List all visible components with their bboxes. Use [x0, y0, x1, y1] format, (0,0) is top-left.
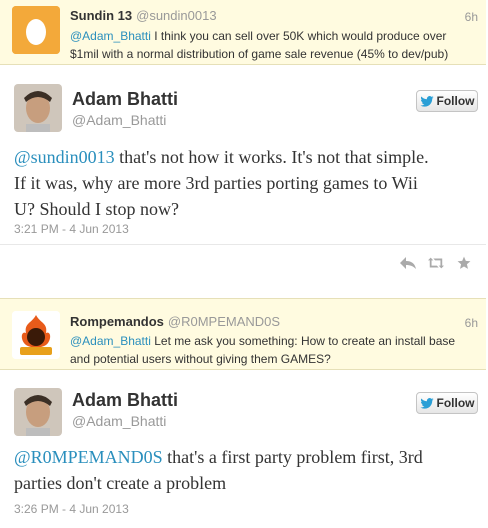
tweet-text-line1: I think you can sell over 50K which woul…	[150, 29, 447, 43]
follow-label: Follow	[436, 396, 475, 410]
egg-avatar[interactable]	[12, 6, 60, 54]
mention-link[interactable]: @Adam_Bhatti	[70, 334, 151, 348]
follow-label: Follow	[436, 94, 475, 108]
main-tweet-1: Adam Bhatti @Adam_Bhatti Follow @sundin0…	[0, 72, 486, 282]
tweet-text-line1: that's not how it works. It's not that s…	[114, 147, 429, 167]
main-tweet-2: Adam Bhatti @Adam_Bhatti Follow @R0MPEMA…	[0, 372, 486, 528]
tweet-text-line2: If it was, why are more 3rd parties port…	[14, 173, 418, 193]
tweet-time[interactable]: 6h	[465, 10, 478, 24]
twitter-bird-icon	[419, 95, 434, 107]
reply-tweet-sundin[interactable]: Sundin 13 @sundin0013 6h @Adam_Bhatti I t…	[0, 0, 486, 65]
mention-link[interactable]: @Adam_Bhatti	[70, 29, 151, 43]
retweet-icon[interactable]	[428, 256, 444, 270]
tweet-text-line1: that's a first party problem first, 3rd	[162, 447, 423, 467]
twitter-bird-icon	[419, 397, 434, 409]
follow-button[interactable]: Follow	[416, 90, 478, 112]
author-handle[interactable]: @R0MPEMAND0S	[168, 314, 280, 329]
tweet-text-line3: U? Should I stop now?	[14, 199, 179, 219]
mention-link[interactable]: @R0MPEMAND0S	[14, 447, 163, 467]
avatar[interactable]	[14, 84, 62, 132]
tweet-text: @Adam_Bhatti I think you can sell over 5…	[70, 27, 470, 63]
reply-tweet-rompemandos[interactable]: Rompemandos @R0MPEMAND0S 6h @Adam_Bhatti …	[0, 298, 486, 370]
follow-button[interactable]: Follow	[416, 392, 478, 414]
author-name[interactable]: Adam Bhatti	[72, 89, 178, 110]
tweet-body: @sundin0013 that's not how it works. It'…	[14, 144, 480, 222]
author-handle[interactable]: @sundin0013	[136, 8, 216, 23]
tweet-thread: Sundin 13 @sundin0013 6h @Adam_Bhatti I t…	[0, 0, 488, 528]
mention-link[interactable]: @sundin0013	[14, 147, 115, 167]
tweet-time[interactable]: 6h	[465, 316, 478, 330]
tweet-text: @Adam_Bhatti Let me ask you something: H…	[70, 332, 470, 368]
favorite-icon[interactable]	[456, 256, 472, 270]
author-handle[interactable]: @Adam_Bhatti	[72, 112, 166, 128]
tweet-text-line2: $1mil with a normal distribution of game…	[70, 47, 449, 61]
tweet-text-line2: parties don't create a problem	[14, 473, 227, 493]
author-name[interactable]: Sundin 13	[70, 8, 132, 23]
tweet-text-line2: and potential users without giving them …	[70, 352, 331, 366]
author-name[interactable]: Rompemandos	[70, 314, 164, 329]
rompemandos-logo[interactable]	[12, 311, 60, 359]
author-handle[interactable]: @Adam_Bhatti	[72, 413, 166, 429]
author-name[interactable]: Adam Bhatti	[72, 390, 178, 411]
tweet-timestamp[interactable]: 3:21 PM - 4 Jun 2013	[14, 222, 129, 236]
divider	[0, 244, 486, 245]
avatar[interactable]	[14, 388, 62, 436]
tweet-actions	[400, 256, 472, 270]
tweet-body: @R0MPEMAND0S that's a first party proble…	[14, 444, 480, 496]
reply-icon[interactable]	[400, 256, 416, 270]
tweet-timestamp[interactable]: 3:26 PM - 4 Jun 2013	[14, 502, 129, 516]
tweet-text-line1: Let me ask you something: How to create …	[150, 334, 456, 348]
